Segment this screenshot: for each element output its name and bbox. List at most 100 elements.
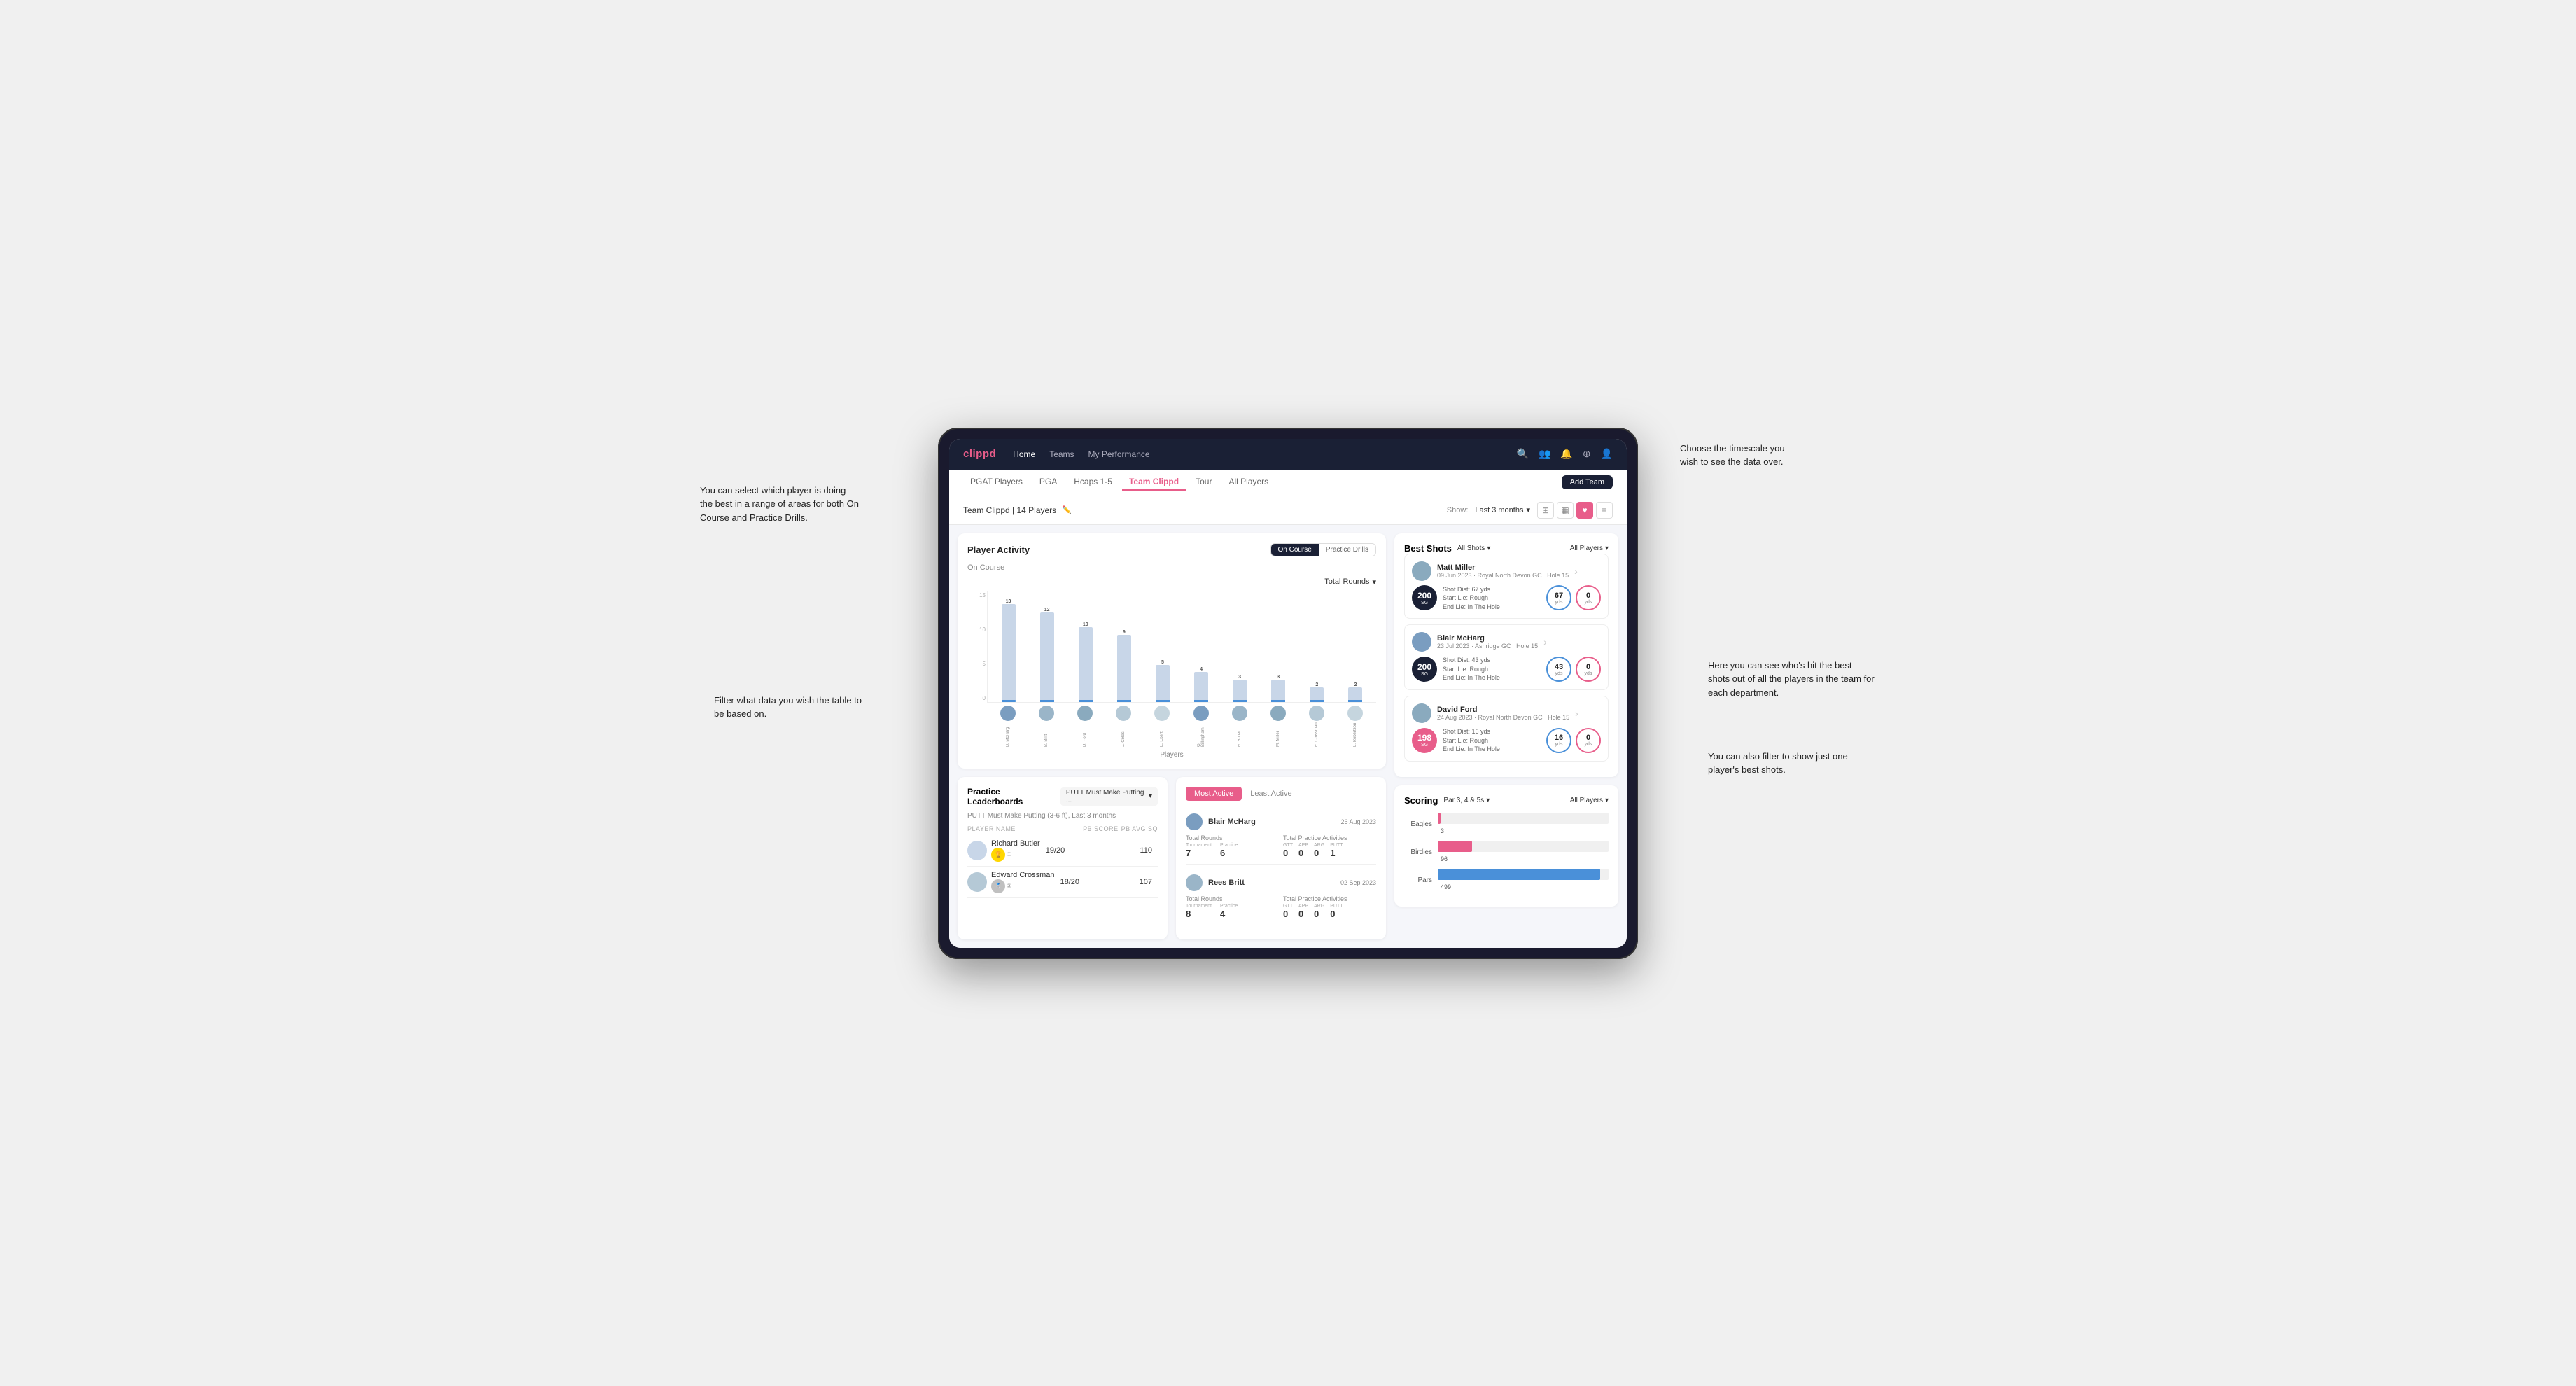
metric-zero-miller: 0 yds bbox=[1576, 585, 1601, 610]
metric-unit-yds-mcharg: yds bbox=[1555, 671, 1563, 676]
bar-value-robertson: 2 bbox=[1354, 682, 1357, 687]
players-filter-select[interactable]: All Players ▾ bbox=[1570, 545, 1609, 552]
users-icon[interactable]: 👥 bbox=[1539, 448, 1550, 460]
player-activity-header: Player Activity On Course Practice Drill… bbox=[967, 543, 1376, 556]
edit-icon[interactable]: ✏️ bbox=[1062, 505, 1072, 514]
bar-group-coles: 9 bbox=[1106, 630, 1142, 702]
view-grid2-button[interactable]: ⊞ bbox=[1537, 502, 1554, 519]
nav-link-performance[interactable]: My Performance bbox=[1088, 447, 1150, 462]
leaderboard-row-butler: Richard Butler 🏆 ① 19/20 110 bbox=[967, 835, 1158, 867]
rank-num-butler: ① bbox=[1007, 851, 1011, 858]
player-info-crossman: Edward Crossman 🥈 ② bbox=[967, 871, 1054, 893]
scoring-row-birdies: Birdies 96 bbox=[1404, 841, 1609, 864]
col-pb-avg: PB AVG SQ bbox=[1121, 825, 1158, 832]
bar-marker-mcHarg bbox=[1002, 700, 1016, 702]
scoring-filter2[interactable]: All Players ▾ bbox=[1570, 797, 1609, 804]
rounds-practice-label: Practice bbox=[1220, 843, 1238, 848]
plus-icon[interactable]: ⊕ bbox=[1583, 448, 1591, 460]
metric-num-zero: 0 bbox=[1586, 592, 1590, 600]
tab-team-clippd[interactable]: Team Clippd bbox=[1122, 474, 1186, 491]
tab-least-active[interactable]: Least Active bbox=[1242, 787, 1300, 801]
bar-marker-britt bbox=[1040, 700, 1054, 702]
bar-value-ebert: 5 bbox=[1161, 660, 1164, 665]
avatar-crossman: E. Crossman bbox=[1299, 706, 1335, 747]
nav-link-teams[interactable]: Teams bbox=[1049, 447, 1074, 462]
chevron-down-icon: ▾ bbox=[1372, 578, 1376, 587]
y-label-0: 0 bbox=[967, 695, 986, 701]
view-grid-button[interactable]: ▦ bbox=[1557, 502, 1574, 519]
total-rounds-britt: Total Rounds Tournament 8 Practice bbox=[1186, 895, 1279, 919]
scoring-filter1[interactable]: Par 3, 4 & 5s ▾ bbox=[1443, 797, 1490, 804]
view-heart-button[interactable]: ♥ bbox=[1576, 502, 1593, 519]
avatar-row: B. McHarg B. Britt D. Ford bbox=[967, 706, 1376, 747]
annotation-top-right: Choose the timescale youwish to see the … bbox=[1680, 442, 1834, 469]
activity-putt: PUTT 1 bbox=[1330, 843, 1343, 858]
putt-label-britt: PUTT bbox=[1330, 904, 1343, 909]
scoring-val-pars: 499 bbox=[1441, 883, 1451, 890]
date-filter-select[interactable]: Last 3 months ▾ bbox=[1475, 505, 1530, 514]
player-avatar bbox=[1270, 706, 1286, 721]
scoring-bar-track-eagles: 3 bbox=[1438, 813, 1609, 836]
rank-badge-gold: 🏆 bbox=[991, 848, 1005, 862]
pb-avg-crossman: 107 bbox=[1140, 878, 1152, 886]
bell-icon[interactable]: 🔔 bbox=[1560, 448, 1572, 460]
view-list-button[interactable]: ≡ bbox=[1596, 502, 1613, 519]
leaderboard-filter[interactable]: PUTT Must Make Putting ... ▾ bbox=[1060, 788, 1158, 806]
badge-num-mcharg: 200 bbox=[1418, 662, 1432, 672]
leaderboard-header: Practice Leaderboards PUTT Must Make Put… bbox=[967, 787, 1158, 806]
shot-card-miller[interactable]: Matt Miller 09 Jun 2023 · Royal North De… bbox=[1404, 554, 1609, 620]
active-player-info-mcharg: Blair McHarg bbox=[1186, 813, 1256, 830]
search-icon[interactable]: 🔍 bbox=[1517, 448, 1529, 460]
bar-ebert bbox=[1156, 665, 1170, 702]
bar-value-britt: 12 bbox=[1044, 608, 1050, 612]
shot-badge-miller: 200 SG bbox=[1412, 585, 1437, 610]
activities-vals-mcharg: GTT 0 APP 0 bbox=[1283, 843, 1376, 858]
avatar-robertson: L. Robertson bbox=[1338, 706, 1373, 747]
tab-pga[interactable]: PGA bbox=[1032, 474, 1064, 491]
bar-marker-butler bbox=[1233, 700, 1247, 702]
shot-card-ford[interactable]: David Ford 24 Aug 2023 · Royal North Dev… bbox=[1404, 696, 1609, 762]
putt-val-britt: 0 bbox=[1330, 909, 1343, 919]
tab-tour[interactable]: Tour bbox=[1189, 474, 1219, 491]
chevron-down-icon: ▾ bbox=[1605, 545, 1609, 552]
best-shots-header: Best Shots All Shots ▾ All Players ▾ bbox=[1404, 543, 1609, 554]
bar-coles bbox=[1117, 635, 1131, 702]
tab-most-active[interactable]: Most Active bbox=[1186, 787, 1242, 801]
bar-group-robertson: 2 bbox=[1338, 682, 1373, 702]
bar-crossman bbox=[1310, 687, 1324, 702]
player-info-butler: Richard Butler 🏆 ① bbox=[967, 839, 1040, 862]
total-rounds-filter[interactable]: Total Rounds ▾ bbox=[1324, 578, 1376, 587]
pb-avg-butler: 110 bbox=[1140, 846, 1152, 855]
bar-marker-coles bbox=[1117, 700, 1131, 702]
practice-drills-toggle[interactable]: Practice Drills bbox=[1319, 544, 1376, 556]
metric-zero-mcharg: 0 yds bbox=[1576, 657, 1601, 682]
tab-all-players[interactable]: All Players bbox=[1222, 474, 1275, 491]
tab-hcaps[interactable]: Hcaps 1-5 bbox=[1067, 474, 1119, 491]
scoring-bar-fill-eagles bbox=[1438, 813, 1441, 824]
shot-info-ford: Shot Dist: 16 yds Start Lie: Rough End L… bbox=[1443, 727, 1541, 754]
on-course-toggle[interactable]: On Course bbox=[1271, 544, 1319, 556]
right-column: Best Shots All Shots ▾ All Players ▾ bbox=[1394, 533, 1618, 939]
gtt-label: GTT bbox=[1283, 843, 1293, 848]
avatar-britt: B. Britt bbox=[1028, 706, 1064, 747]
add-team-button[interactable]: Add Team bbox=[1562, 475, 1613, 489]
shot-player-details-ford: David Ford 24 Aug 2023 · Royal North Dev… bbox=[1437, 706, 1569, 721]
avatar-billingham: G. Billingham bbox=[1183, 706, 1219, 747]
scoring-bar-fill-pars bbox=[1438, 869, 1600, 880]
main-content: Player Activity On Course Practice Drill… bbox=[949, 525, 1627, 948]
bar-mcHarg bbox=[1002, 604, 1016, 702]
shots-filter-select[interactable]: All Shots ▾ bbox=[1457, 545, 1491, 552]
bar-marker-ebert bbox=[1156, 700, 1170, 702]
avatar-icon[interactable]: 👤 bbox=[1601, 448, 1613, 460]
rounds-vals-britt: Tournament 8 Practice 4 bbox=[1186, 904, 1279, 919]
metric-num-yds-mcharg: 43 bbox=[1555, 663, 1563, 671]
gtt-val: 0 bbox=[1283, 848, 1293, 858]
active-player-avatar-britt bbox=[1186, 874, 1203, 891]
tab-pgat-players[interactable]: PGAT Players bbox=[963, 474, 1030, 491]
bar-value-ford: 10 bbox=[1083, 622, 1088, 627]
shot-card-mcharg[interactable]: Blair McHarg 23 Jul 2023 · Ashridge GC H… bbox=[1404, 624, 1609, 690]
nav-link-home[interactable]: Home bbox=[1013, 447, 1035, 462]
shot-dist-miller: Shot Dist: 67 yds bbox=[1443, 585, 1541, 594]
bar-marker-miller bbox=[1271, 700, 1285, 702]
player-name-label: R. Butler bbox=[1238, 722, 1242, 747]
